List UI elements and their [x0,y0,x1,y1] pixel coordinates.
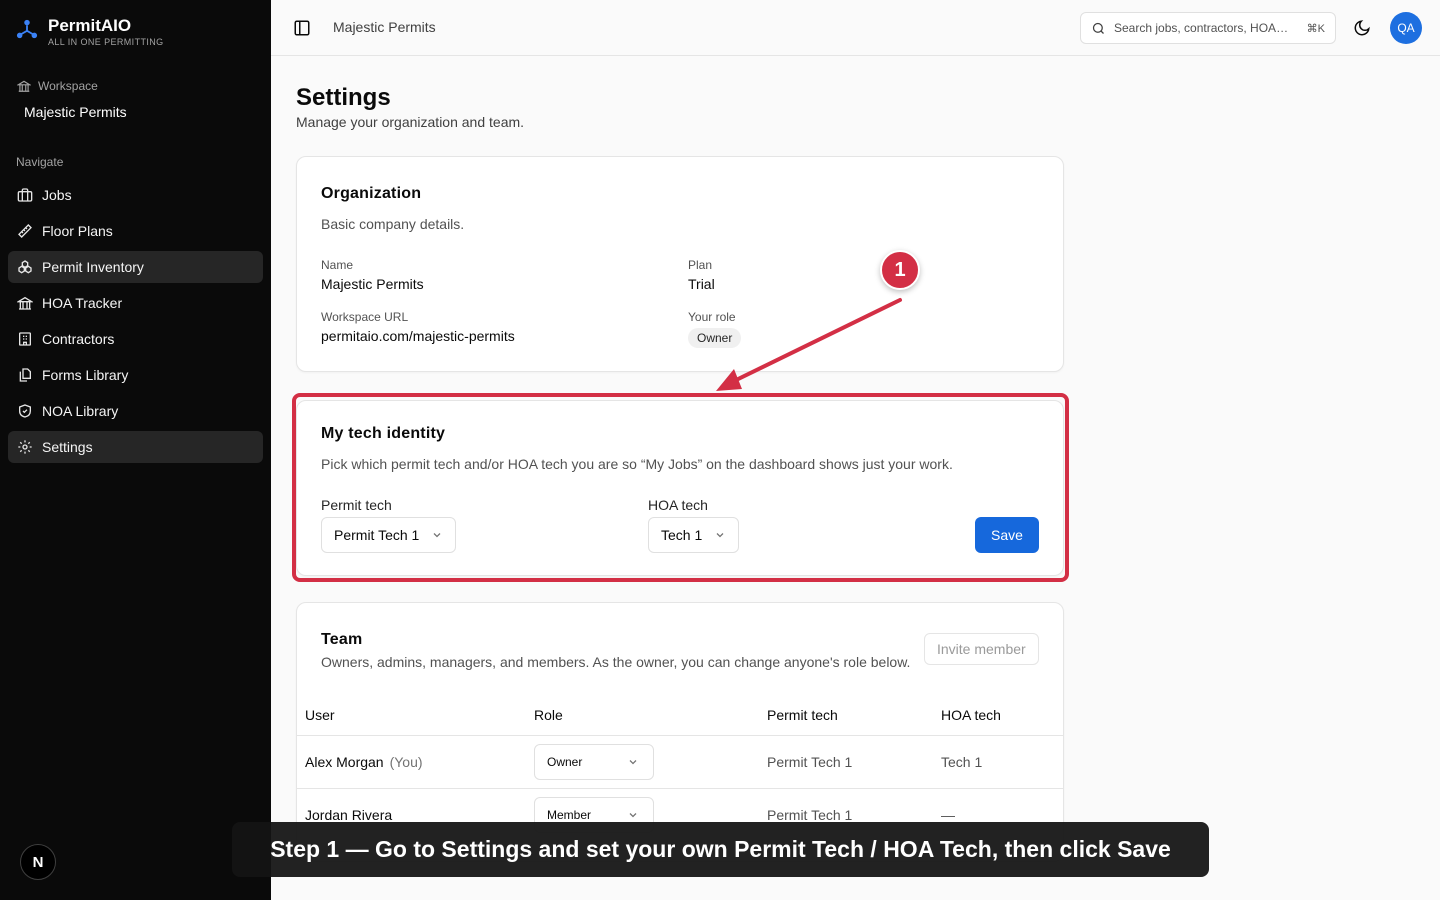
moon-icon[interactable] [1353,19,1371,37]
org-plan-field: Plan Trial [688,258,715,292]
org-url-value: permitaio.com/majestic-permits [321,328,515,344]
team-title: Team [321,631,363,648]
page-subtitle: Manage your organization and team. [296,114,525,130]
chevron-down-icon [629,760,637,765]
sidebar: PermitAIO ALL IN ONE PERMITTING Workspac… [0,0,271,900]
org-name-value: Majestic Permits [321,276,424,292]
table-row-user: Jordan Rivera [305,807,392,823]
permit-tech-cell: Permit Tech 1 [767,754,853,770]
permit-tech-select[interactable]: Permit Tech 1 [321,517,457,553]
role-select[interactable]: Owner [534,744,654,780]
chevron-down-icon [433,533,441,538]
organization-description: Basic company details. [321,216,465,232]
chevron-down-icon [629,813,637,818]
hoa-tech-value: Tech 1 [661,527,703,543]
gear-icon [18,440,32,454]
permit-tech-cell: Permit Tech 1 [767,807,853,823]
org-plan-value: Trial [688,276,715,292]
avatar[interactable]: QA [1390,12,1422,44]
sidebar-item-label: Settings [42,439,93,455]
column-header-permit-tech: Permit tech [767,707,838,723]
organization-card: Organization Basic company details. Name… [296,156,1064,372]
shield-check-icon [19,404,31,418]
user-name: Jordan Rivera [305,807,393,823]
org-role-field: Your role Owner [688,310,742,348]
landmark-icon [17,80,31,92]
workspace-switcher[interactable]: Majestic Permits [24,104,127,120]
org-name-field: Name Majestic Permits [321,258,424,292]
sidebar-item-label: NOA Library [42,403,119,419]
org-plan-label: Plan [688,258,713,272]
briefcase-icon [17,188,33,202]
table-divider [297,735,1063,736]
hoa-tech-cell: Tech 1 [941,754,983,770]
tech-identity-description: Pick which permit tech and/or HOA tech y… [321,456,953,472]
search-shortcut: ⌘K [1306,22,1325,35]
org-url-label: Workspace URL [321,310,409,324]
sidebar-item-label: Permit Inventory [42,259,144,275]
role-value: Member [547,808,592,822]
nav-section-label: Navigate [16,155,64,169]
invite-member-button[interactable]: Invite member [924,633,1039,665]
workspace-label: Workspace [17,79,98,93]
sidebar-item-settings[interactable]: Settings [8,431,263,463]
role-value: Owner [547,755,583,769]
sidebar-toggle-icon[interactable] [293,19,311,37]
hoa-tech-cell: — [941,807,955,823]
org-role-label: Your role [688,310,736,324]
sidebar-item-noa-library[interactable]: NOA Library [8,395,263,427]
hoa-tech-label: HOA tech [648,497,708,513]
sidebar-item-label: Jobs [42,187,72,203]
team-description: Owners, admins, managers, and members. A… [321,654,911,670]
tech-identity-title: My tech identity [321,425,446,442]
search-input[interactable]: Search jobs, contractors, HOA… ⌘K [1080,12,1336,44]
brand-logo-icon [16,19,38,39]
you-tag: (You) [389,754,423,770]
breadcrumb: Majestic Permits [333,19,436,35]
ruler-icon [18,224,32,238]
sidebar-item-hoa-tracker[interactable]: HOA Tracker [8,287,263,319]
building-icon [19,332,31,346]
sidebar-item-floor-plans[interactable]: Floor Plans [8,215,263,247]
workspace-label-text: Workspace [38,79,98,93]
sidebar-item-permit-inventory[interactable]: Permit Inventory [8,251,263,283]
top-bar: Majestic Permits Search jobs, contractor… [271,0,1440,56]
step-caption: Step 1 — Go to Settings and set your own… [232,822,1209,877]
sidebar-item-jobs[interactable]: Jobs [8,179,263,211]
search-placeholder: Search jobs, contractors, HOA… [1114,21,1289,35]
column-header-user: User [305,707,335,723]
sidebar-nav: Jobs Floor Plans Permit Inventory HOA Tr… [8,179,263,467]
boxes-icon [18,260,32,274]
sidebar-item-label: Contractors [42,331,115,347]
brand-tagline: ALL IN ONE PERMITTING [48,37,164,47]
tech-identity-card: My tech identity Pick which permit tech … [296,400,1064,576]
brand[interactable]: PermitAIO ALL IN ONE PERMITTING [16,16,164,47]
user-name: Alex Morgan [305,754,384,770]
save-button[interactable]: Save [975,517,1039,553]
permit-tech-value: Permit Tech 1 [334,527,420,543]
table-row-user: Alex Morgan (You) [305,754,423,770]
sidebar-item-label: Forms Library [42,367,129,383]
sidebar-item-label: HOA Tracker [42,295,123,311]
role-badge: Owner [688,328,742,348]
chevron-down-icon [716,533,724,538]
org-url-field: Workspace URL permitaio.com/majestic-per… [321,310,515,344]
dev-tools-badge[interactable]: N [20,844,56,880]
brand-name: PermitAIO [48,16,132,35]
landmark-icon [17,296,33,310]
organization-title: Organization [321,185,422,202]
page-title: Settings [296,84,391,111]
column-header-hoa-tech: HOA tech [941,707,1001,723]
step-number-badge: 1 [880,250,920,290]
sidebar-item-contractors[interactable]: Contractors [8,323,263,355]
permit-tech-label: Permit tech [321,497,392,513]
sidebar-item-label: Floor Plans [42,223,113,239]
org-name-label: Name [321,258,354,272]
sidebar-item-forms-library[interactable]: Forms Library [8,359,263,391]
column-header-role: Role [534,707,563,723]
hoa-tech-select[interactable]: Tech 1 [648,517,740,553]
search-icon [1092,22,1104,34]
files-icon [19,368,31,382]
table-divider [297,788,1063,789]
